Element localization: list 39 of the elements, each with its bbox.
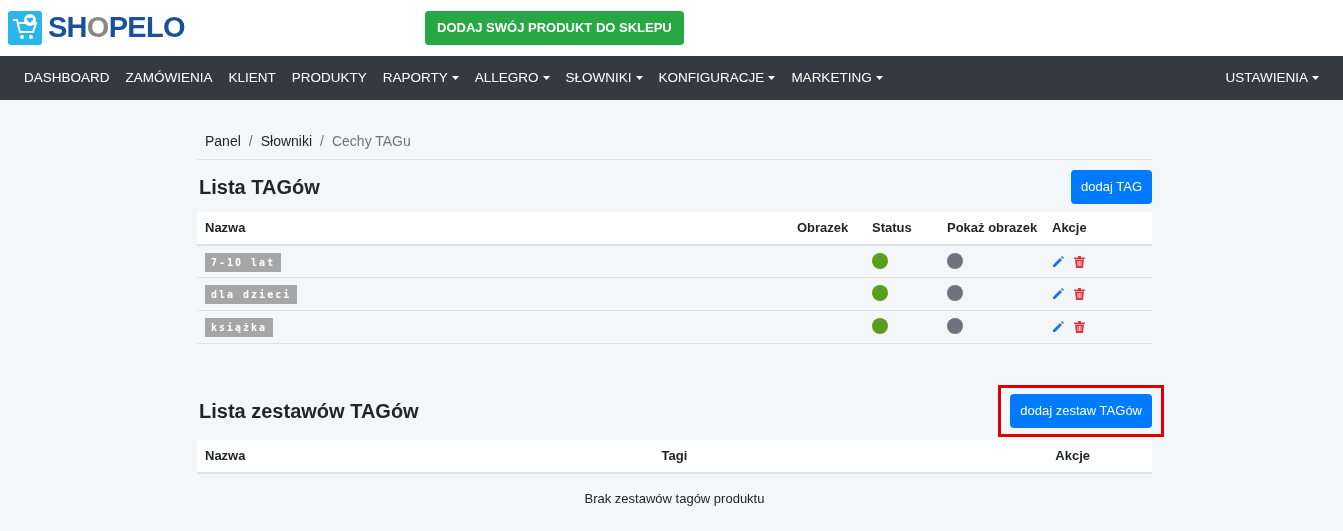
add-button[interactable]: dodaj zestaw TAGów <box>1010 394 1152 428</box>
logo-text: SHOPELO <box>48 10 185 46</box>
breadcrumb-link[interactable]: Słowniki <box>260 131 313 152</box>
pencil-icon[interactable] <box>1052 255 1064 268</box>
trash-icon[interactable] <box>1074 255 1085 268</box>
nav-link[interactable]: KLIENT <box>220 67 284 89</box>
breadcrumb-separator: / <box>320 132 324 151</box>
tag-label: książka <box>205 318 274 338</box>
add-button[interactable]: dodaj TAG <box>1071 170 1152 204</box>
empty-message: Brak zestawów tagów produktu <box>583 489 766 508</box>
breadcrumb-link[interactable]: Panel <box>205 131 241 152</box>
nav-link[interactable]: ALLEGRO <box>466 67 558 89</box>
breadcrumb-separator: / <box>248 132 253 151</box>
trash-icon[interactable] <box>1074 288 1085 301</box>
column-header: Status <box>872 219 912 235</box>
column-header: Tagi <box>661 447 688 463</box>
section-title: Lista zestawów TAGów <box>199 398 419 424</box>
nav-link[interactable]: ZAMÓWIENIA <box>117 67 221 89</box>
column-header: Akcje <box>1052 219 1087 235</box>
cart-logo-icon <box>8 11 42 45</box>
nav-link[interactable]: PRODUKTY <box>283 67 375 89</box>
section-title: Lista TAGów <box>199 174 320 200</box>
nav-link[interactable]: SŁOWNIKI <box>557 67 651 89</box>
tag-label: 7-10 lat <box>205 252 282 272</box>
nav-link[interactable]: MARKETING <box>783 67 891 89</box>
nav-link[interactable]: RAPORTY <box>374 67 467 89</box>
column-header: Obrazek <box>797 219 849 235</box>
column-header: Pokaż obrazek <box>947 219 1038 235</box>
pencil-icon[interactable] <box>1052 321 1064 334</box>
tag-label: dla dzieci <box>205 285 298 305</box>
column-header: Nazwa <box>205 447 246 463</box>
nav-link[interactable]: USTAWIENIA <box>1217 67 1327 89</box>
nav-link[interactable]: DASHBOARD <box>16 67 118 89</box>
column-header: Nazwa <box>205 219 246 235</box>
breadcrumb-link[interactable]: Cechy TAGu <box>331 131 411 152</box>
column-header: Akcje <box>1055 447 1090 463</box>
nav-link[interactable]: KONFIGURACJE <box>650 67 784 89</box>
trash-icon[interactable] <box>1074 321 1085 334</box>
pencil-icon[interactable] <box>1052 288 1064 301</box>
